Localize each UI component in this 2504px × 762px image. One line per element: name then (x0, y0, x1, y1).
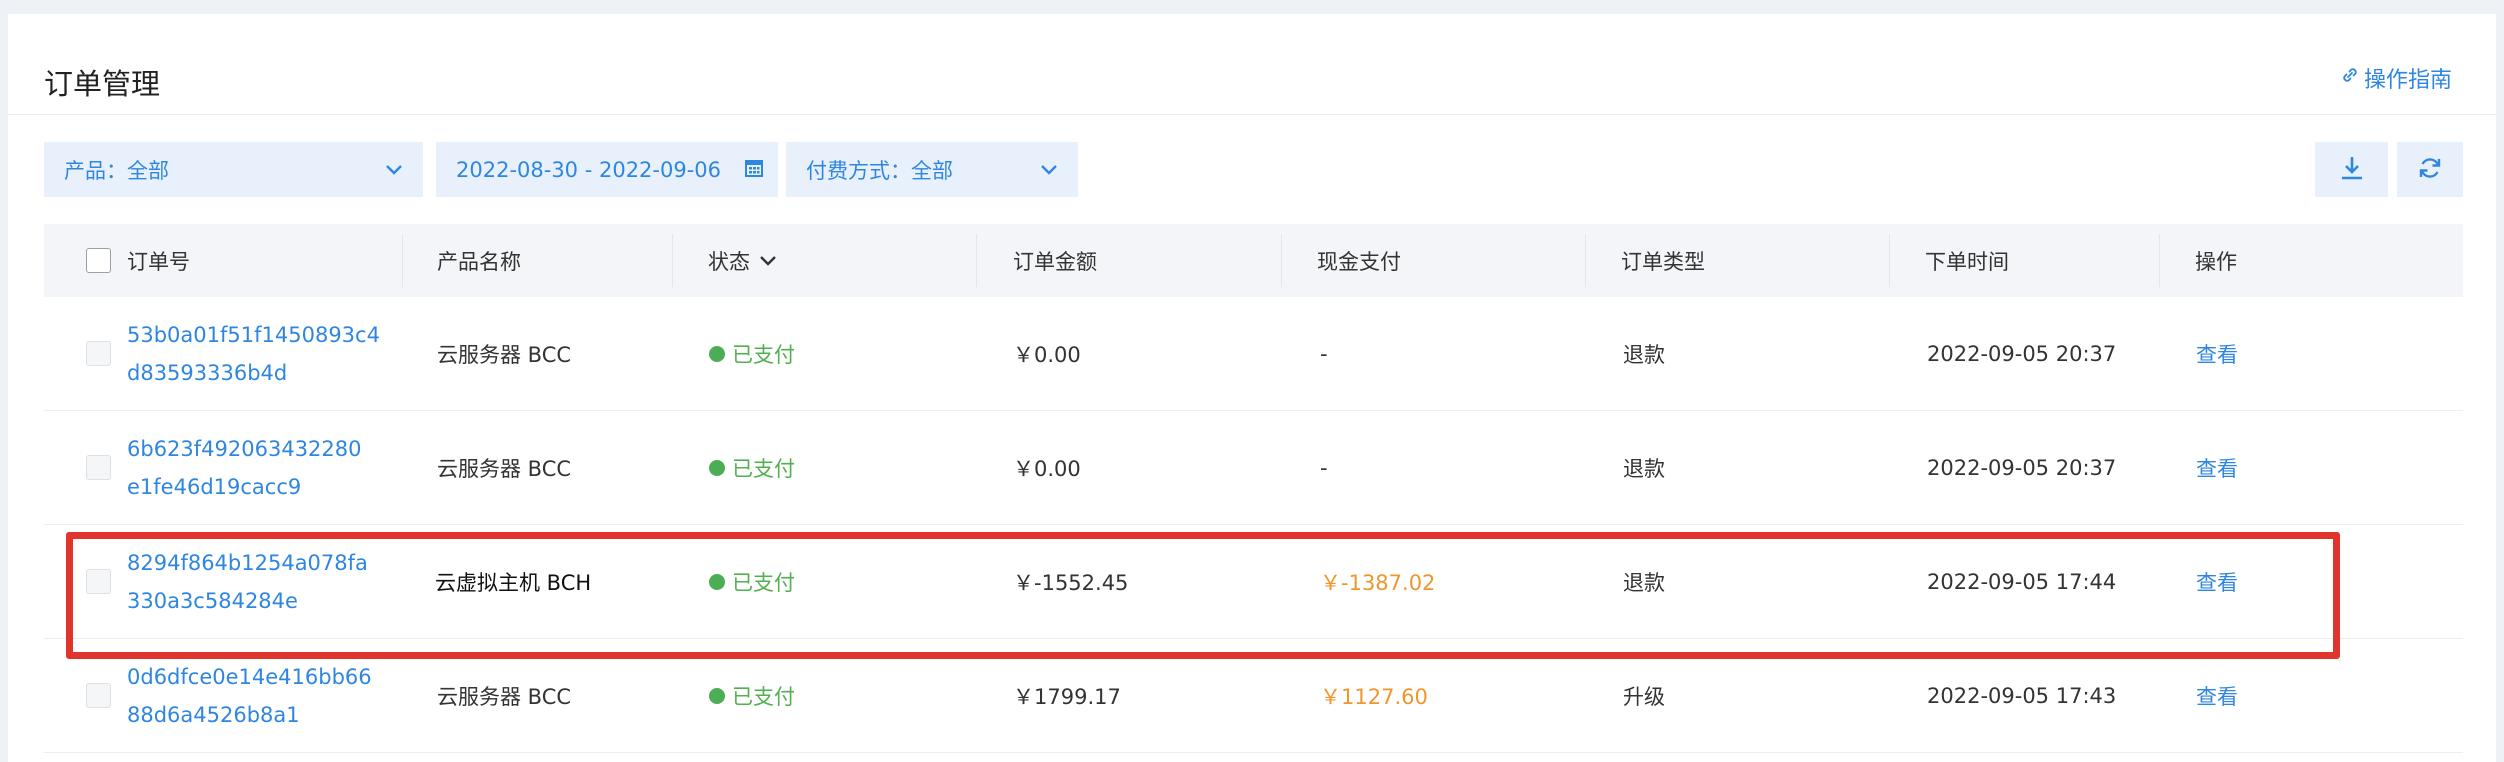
column-divider (2159, 234, 2160, 287)
product-filter-select[interactable]: 产品：全部 (44, 142, 423, 197)
row-checkbox[interactable] (86, 683, 111, 708)
view-link[interactable]: 查看 (2196, 525, 2238, 639)
paid-status-dot-icon (709, 574, 725, 590)
date-range-picker[interactable]: 2022-08-30 - 2022-09-06 (436, 142, 778, 197)
column-divider (1585, 234, 1586, 287)
column-header-actions: 操作 (2195, 249, 2237, 274)
order-id-link[interactable]: 53b0a01f51f1450893c4 d83593336b4d (127, 297, 380, 411)
product-name: 云虚拟主机 BCH (435, 571, 592, 595)
column-header-product: 产品名称 (437, 249, 521, 274)
order-amount: ￥-1552.45 (1013, 571, 1129, 595)
order-amount: ￥1799.17 (1013, 685, 1121, 709)
status-label: 已支付 (732, 685, 795, 709)
status-badge: 已支付 (709, 411, 795, 525)
status-label: 已支付 (732, 457, 795, 481)
product-name: 云服务器 BCC (437, 685, 572, 709)
column-header-order-type: 订单类型 (1621, 249, 1705, 274)
order-time: 2022-09-05 17:44 (1927, 570, 2117, 594)
page-title: 订单管理 (44, 67, 161, 101)
product-name: 云服务器 BCC (437, 343, 572, 367)
calendar-icon (744, 158, 764, 183)
row-checkbox[interactable] (86, 455, 111, 480)
date-range-value: 2022-08-30 - 2022-09-06 (456, 157, 722, 182)
table-row: 8294f864b1254a078fa 330a3c584284e 云虚拟主机 … (44, 525, 2463, 639)
order-time: 2022-09-05 20:37 (1927, 342, 2117, 366)
order-id-line: e1fe46d19cacc9 (127, 475, 302, 499)
operation-guide-link[interactable]: 操作指南 (2340, 62, 2452, 94)
column-divider (1889, 234, 1890, 287)
cash-payment: - (1320, 456, 1328, 480)
order-type: 退款 (1623, 571, 1665, 595)
link-icon (2340, 65, 2360, 91)
column-header-status[interactable]: 状态 (708, 224, 778, 297)
paid-status-dot-icon (709, 346, 725, 362)
order-id-line: 53b0a01f51f1450893c4 (127, 323, 380, 347)
view-link[interactable]: 查看 (2196, 411, 2238, 525)
order-id-line: 8294f864b1254a078fa (127, 551, 368, 575)
product-filter-value: 产品：全部 (64, 158, 169, 183)
order-id-line: 0d6dfce0e14e416bb66 (127, 665, 372, 689)
order-amount: ￥0.00 (1013, 343, 1081, 367)
order-amount: ￥0.00 (1013, 457, 1081, 481)
cash-payment: ￥-1387.02 (1320, 571, 1436, 595)
table-row: 53b0a01f51f1450893c4 d83593336b4d 云服务器 B… (44, 297, 2463, 411)
order-management-panel: 订单管理 操作指南 产品：全部 2022-08-30 - 2022-09-06 … (8, 14, 2496, 762)
row-checkbox[interactable] (86, 341, 111, 366)
chevron-down-icon (1038, 159, 1060, 186)
status-badge: 已支付 (709, 639, 795, 753)
status-badge: 已支付 (709, 297, 795, 411)
download-icon (2337, 153, 2367, 187)
order-id-link[interactable]: 8294f864b1254a078fa 330a3c584284e (127, 525, 368, 639)
operation-guide-label: 操作指南 (2363, 68, 2452, 93)
cash-payment: - (1320, 342, 1328, 366)
product-name: 云服务器 BCC (437, 457, 572, 481)
status-label: 已支付 (732, 343, 795, 367)
order-type: 退款 (1623, 343, 1665, 367)
payment-method-value: 付费方式：全部 (806, 158, 953, 183)
order-time: 2022-09-05 17:43 (1927, 684, 2117, 708)
refresh-button[interactable] (2397, 142, 2463, 197)
paid-status-dot-icon (709, 460, 725, 476)
table-row: 0d6dfce0e14e416bb66 88d6a4526b8a1 云服务器 B… (44, 639, 2463, 753)
order-time: 2022-09-05 20:37 (1927, 456, 2117, 480)
order-type: 升级 (1623, 685, 1665, 709)
column-header-order-time: 下单时间 (1925, 249, 2009, 274)
order-id-line: 330a3c584284e (127, 589, 298, 613)
cash-payment: ￥1127.60 (1320, 685, 1428, 709)
column-divider (672, 234, 673, 287)
status-badge: 已支付 (709, 525, 795, 639)
column-header-order-amount: 订单金额 (1013, 249, 1097, 274)
column-header-cash-payment: 现金支付 (1317, 249, 1401, 274)
row-checkbox[interactable] (86, 569, 111, 594)
table-row: 6b623f492063432280 e1fe46d19cacc9 云服务器 B… (44, 411, 2463, 525)
select-all-checkbox[interactable] (86, 248, 111, 273)
payment-method-select[interactable]: 付费方式：全部 (786, 142, 1078, 197)
header-divider (8, 114, 2496, 115)
refresh-icon (2417, 155, 2443, 185)
order-id-line: 88d6a4526b8a1 (127, 703, 300, 727)
paid-status-dot-icon (709, 688, 725, 704)
order-type: 退款 (1623, 457, 1665, 481)
column-divider (976, 234, 977, 287)
column-header-order-id: 订单号 (127, 249, 190, 274)
order-id-link[interactable]: 6b623f492063432280 e1fe46d19cacc9 (127, 411, 362, 525)
column-divider (1281, 234, 1282, 287)
table-header: 订单号 产品名称 状态 订单金额 现金支付 订单类型 下单时间 操作 (44, 224, 2463, 297)
chevron-down-icon (758, 251, 778, 271)
download-button[interactable] (2315, 142, 2388, 197)
status-label: 已支付 (732, 571, 795, 595)
column-divider (402, 234, 403, 287)
view-link[interactable]: 查看 (2196, 639, 2238, 753)
column-header-status-label: 状态 (708, 249, 750, 274)
view-link[interactable]: 查看 (2196, 297, 2238, 411)
order-id-link[interactable]: 0d6dfce0e14e416bb66 88d6a4526b8a1 (127, 639, 372, 753)
order-id-line: 6b623f492063432280 (127, 437, 362, 461)
chevron-down-icon (383, 159, 405, 186)
order-id-line: d83593336b4d (127, 361, 288, 385)
